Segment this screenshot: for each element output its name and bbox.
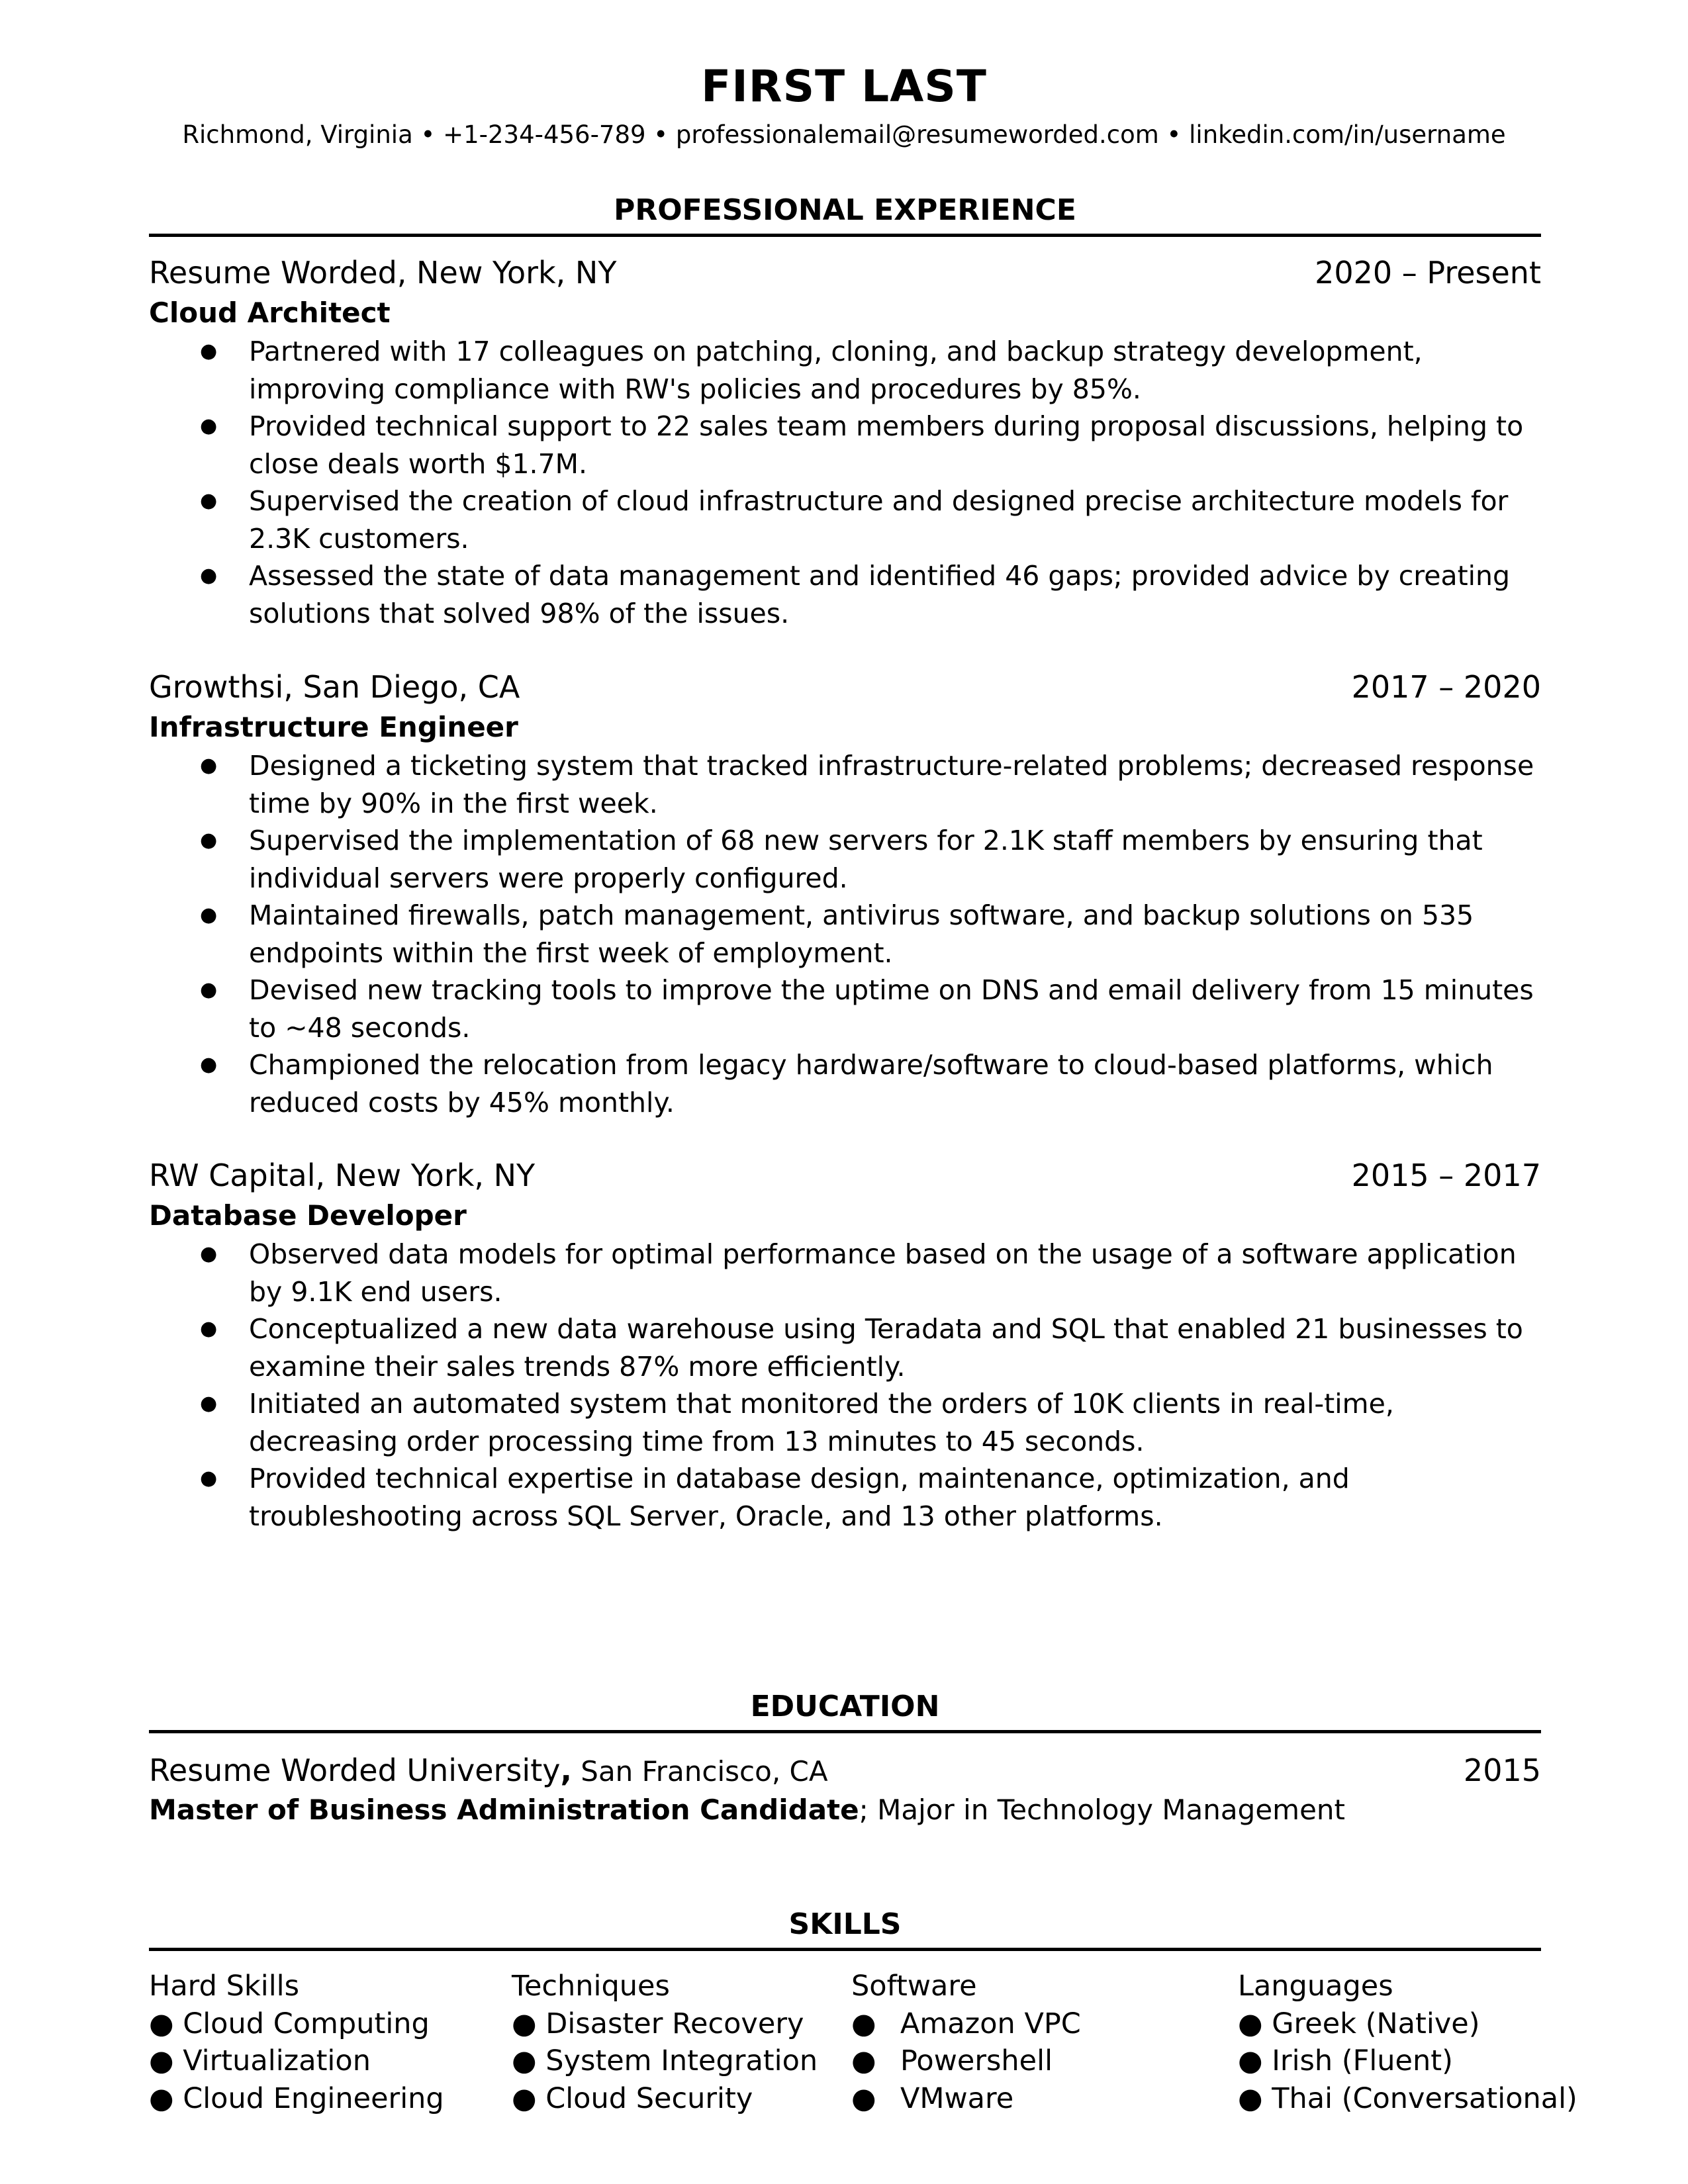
section-divider bbox=[149, 1730, 1541, 1733]
bullet-icon: ● bbox=[200, 1467, 218, 1490]
bullet-item: ● Championed the relocation from legacy h… bbox=[199, 1046, 1549, 1121]
skill-item: ● Powershell bbox=[851, 2042, 1081, 2080]
bullet-icon: ● bbox=[851, 2007, 876, 2040]
education-year: 2015 bbox=[1463, 1752, 1541, 1788]
bullet-item: ● Observed data models for optimal perfor… bbox=[199, 1236, 1549, 1310]
skill-item: ● Irish (Fluent) bbox=[1238, 2044, 1453, 2077]
job-role: Cloud Architect bbox=[149, 296, 391, 329]
bullet-item: ● Assessed the state of data management a… bbox=[199, 557, 1549, 632]
bullet-icon: ● bbox=[512, 2044, 537, 2077]
bullet-icon: ● bbox=[512, 2081, 537, 2115]
bullet-icon: ● bbox=[200, 414, 218, 437]
skills-column-techniques: Techniques ● Disaster Recovery ● System … bbox=[512, 1968, 818, 2117]
bullet-icon: ● bbox=[200, 564, 218, 587]
candidate-name: FIRST LAST bbox=[701, 61, 987, 112]
bullet-icon: ● bbox=[200, 1317, 218, 1340]
bullet-icon: ● bbox=[200, 978, 218, 1001]
bullet-icon: ● bbox=[512, 2007, 537, 2040]
bullet-icon: ● bbox=[149, 2007, 174, 2040]
job-role: Infrastructure Engineer bbox=[149, 711, 518, 743]
skills-column-header: Software bbox=[851, 1970, 977, 2003]
job-bullets: ● Designed a ticketing system that tracke… bbox=[199, 747, 1549, 1121]
bullet-item: ● Provided technical support to 22 sales … bbox=[199, 408, 1549, 482]
job-company: Growthsi, San Diego, CA bbox=[149, 669, 520, 705]
skills-column-header: Languages bbox=[1238, 1970, 1393, 2003]
education-degree-line: Master of Business Administration Candid… bbox=[149, 1794, 1345, 1826]
job-company: Resume Worded, New York, NY bbox=[149, 255, 617, 291]
degree: Master of Business Administration Candid… bbox=[149, 1794, 859, 1826]
skills-column-hard: Hard Skills ● Cloud Computing ● Virtuali… bbox=[149, 1968, 444, 2117]
skill-item: ● Disaster Recovery bbox=[512, 2007, 804, 2040]
job-bullets: ● Partnered with 17 colleagues on patchin… bbox=[199, 333, 1549, 632]
job-dates: 2020 – Present bbox=[1315, 255, 1541, 291]
bullet-icon: ● bbox=[200, 829, 218, 852]
contact-line: Richmond, Virginia • +1-234-456-789 • pr… bbox=[182, 120, 1506, 149]
skill-item: ● Thai (Conversational) bbox=[1238, 2081, 1577, 2115]
skill-item: ● Amazon VPC bbox=[851, 2005, 1081, 2043]
section-title-skills: SKILLS bbox=[788, 1907, 902, 1941]
job-bullets: ● Observed data models for optimal perfor… bbox=[199, 1236, 1549, 1535]
school-name: Resume Worded University bbox=[149, 1752, 561, 1788]
bullet-icon: ● bbox=[200, 1053, 218, 1076]
bullet-item: ● Conceptualized a new data warehouse usi… bbox=[199, 1310, 1549, 1385]
skill-item: ● VMware bbox=[851, 2080, 1081, 2118]
bullet-icon: ● bbox=[851, 2081, 876, 2115]
skill-item: ● Cloud Engineering bbox=[149, 2081, 444, 2115]
skill-item: ● Greek (Native) bbox=[1238, 2007, 1480, 2040]
bullet-icon: ● bbox=[1238, 2007, 1263, 2040]
skill-item: ● Virtualization bbox=[149, 2044, 371, 2077]
bullet-icon: ● bbox=[200, 903, 218, 927]
bullet-item: ● Designed a ticketing system that tracke… bbox=[199, 747, 1549, 822]
bullet-icon: ● bbox=[200, 340, 218, 363]
bullet-item: ● Provided technical expertise in databas… bbox=[199, 1460, 1549, 1535]
skill-item: ● Cloud Security bbox=[512, 2081, 753, 2115]
bullet-icon: ● bbox=[200, 1242, 218, 1265]
bullet-icon: ● bbox=[851, 2044, 876, 2077]
section-divider bbox=[149, 1948, 1541, 1951]
section-title-education: EDUCATION bbox=[750, 1690, 940, 1723]
bullet-item: ● Partnered with 17 colleagues on patchin… bbox=[199, 333, 1549, 408]
bullet-icon: ● bbox=[200, 754, 218, 777]
job-dates: 2015 – 2017 bbox=[1351, 1158, 1541, 1193]
bullet-item: ● Maintained firewalls, patch management,… bbox=[199, 897, 1549, 972]
bullet-icon: ● bbox=[1238, 2044, 1263, 2077]
bullet-icon: ● bbox=[200, 1392, 218, 1415]
skills-column-languages: Languages ● Greek (Native) ● Irish (Flue… bbox=[1238, 1968, 1577, 2117]
section-title-experience: PROFESSIONAL EXPERIENCE bbox=[614, 193, 1076, 227]
major: ; Major in Technology Management bbox=[859, 1794, 1345, 1826]
section-divider bbox=[149, 234, 1541, 237]
bullet-item: ● Initiated an automated system that moni… bbox=[199, 1385, 1549, 1460]
skills-column-header: Techniques bbox=[512, 1970, 670, 2003]
job-dates: 2017 – 2020 bbox=[1351, 669, 1541, 705]
bullet-item: ● Supervised the implementation of 68 new… bbox=[199, 822, 1549, 897]
bullet-item: ● Supervised the creation of cloud infras… bbox=[199, 482, 1549, 557]
skill-item: ● Cloud Computing bbox=[149, 2007, 430, 2040]
education-school-line: Resume Worded University, San Francisco,… bbox=[149, 1752, 828, 1788]
skills-column-header: Hard Skills bbox=[149, 1970, 300, 2003]
school-location: San Francisco, CA bbox=[571, 1755, 828, 1788]
skill-item: ● System Integration bbox=[512, 2044, 818, 2077]
job-company: RW Capital, New York, NY bbox=[149, 1158, 536, 1193]
bullet-icon: ● bbox=[200, 489, 218, 512]
bullet-icon: ● bbox=[1238, 2081, 1263, 2115]
skills-column-software: Software ● Amazon VPC ● Powershell ● VMware bbox=[851, 1968, 1081, 2117]
job-role: Database Developer bbox=[149, 1199, 467, 1232]
bullet-icon: ● bbox=[149, 2081, 174, 2115]
bullet-icon: ● bbox=[149, 2044, 174, 2077]
bullet-item: ● Devised new tracking tools to improve t… bbox=[199, 972, 1549, 1046]
